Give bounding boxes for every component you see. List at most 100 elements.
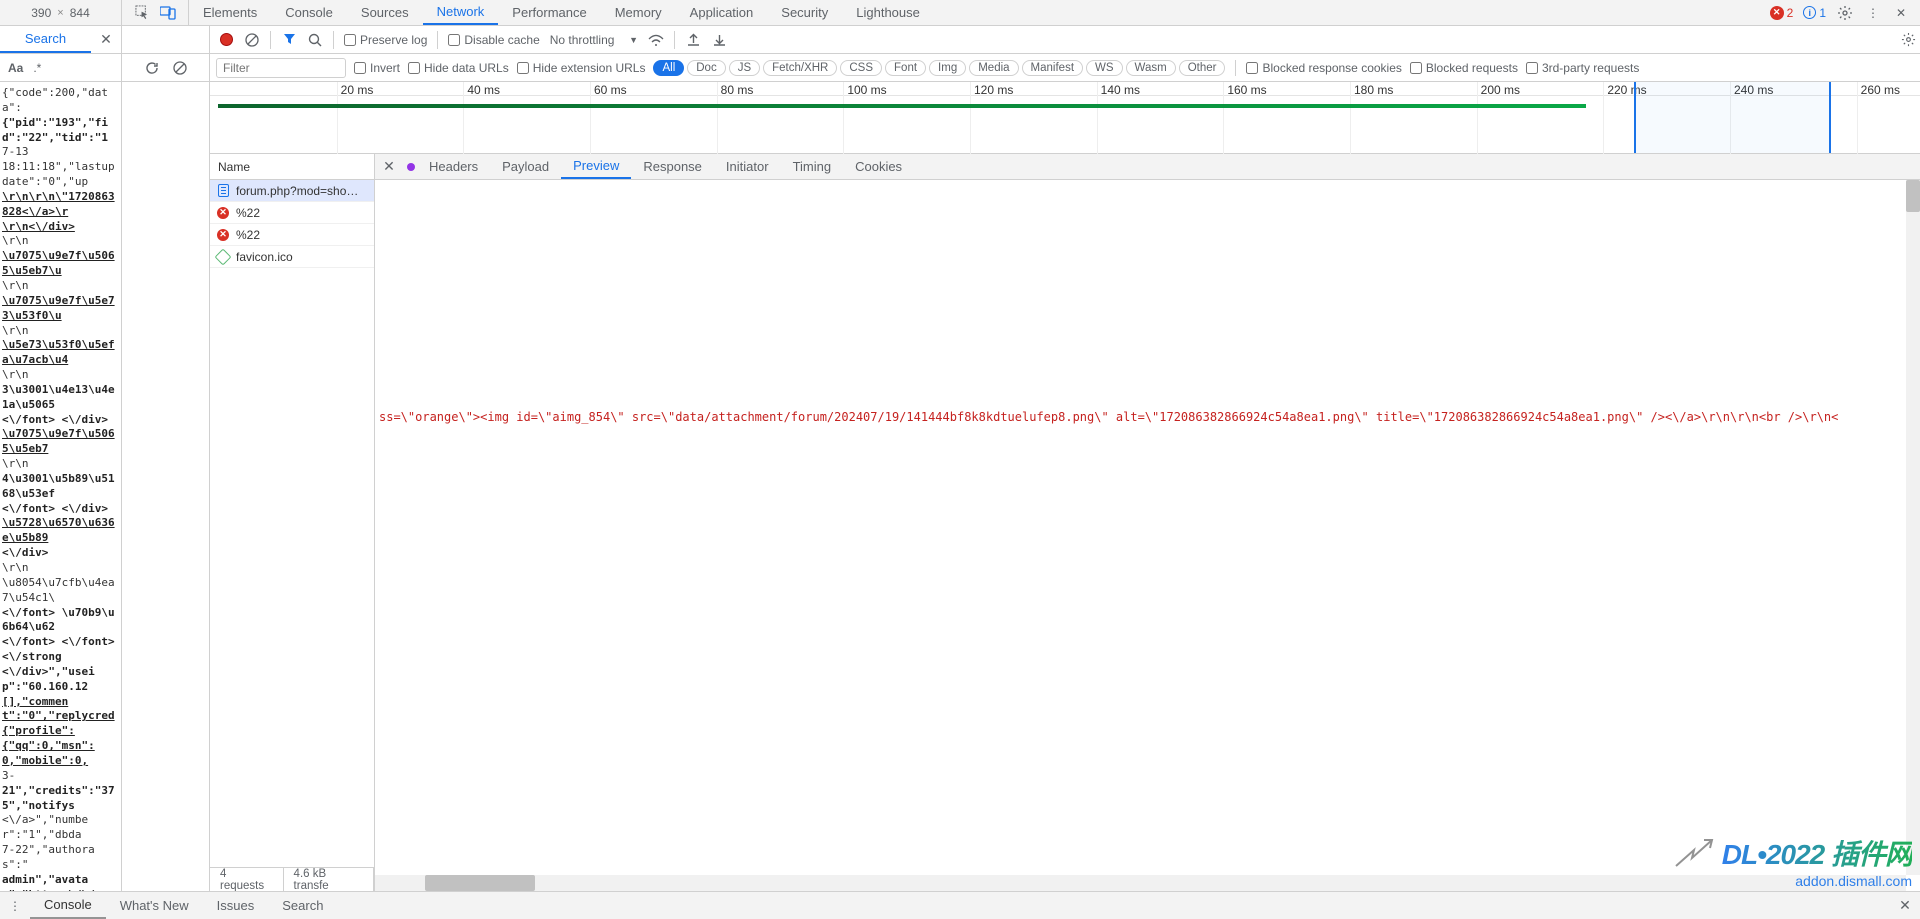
device-toggle-icon[interactable] — [160, 5, 176, 21]
search-result-line[interactable]: 3\u3001\u4e13\u4e1a\u5065 — [2, 383, 119, 413]
search-result-line[interactable]: \u5728\u6570\u636e\u5b89 — [2, 516, 119, 546]
upload-har-icon[interactable] — [685, 32, 701, 48]
request-row[interactable]: favicon.ico — [210, 246, 374, 268]
preserve-log-checkbox[interactable]: Preserve log — [344, 33, 427, 47]
main-tab-lighthouse[interactable]: Lighthouse — [842, 0, 934, 25]
search-result-line[interactable]: \u7075\u9e7f\u5e73\u53f0\u — [2, 294, 119, 324]
search-result-line[interactable]: \r\n — [2, 368, 119, 383]
overview-selection[interactable] — [1634, 82, 1831, 153]
type-filter-font[interactable]: Font — [885, 60, 926, 76]
search-result-line[interactable]: 7-13 — [2, 145, 119, 160]
type-filter-ws[interactable]: WS — [1086, 60, 1123, 76]
detail-tab-headers[interactable]: Headers — [417, 154, 490, 179]
type-filter-js[interactable]: JS — [729, 60, 760, 76]
clear-search-icon[interactable] — [172, 60, 188, 76]
detail-tab-initiator[interactable]: Initiator — [714, 154, 781, 179]
match-case-toggle[interactable]: Aa — [8, 61, 23, 75]
search-result-line[interactable]: <\/a>","number":"1","dbda — [2, 813, 119, 843]
info-count-badge[interactable]: i1 — [1803, 6, 1826, 20]
vertical-scrollbar[interactable] — [1906, 180, 1920, 875]
drawer-close-icon[interactable]: ✕ — [1890, 897, 1920, 914]
search-result-line[interactable]: admin","avatar":"https:\/\/v — [2, 873, 119, 891]
main-tab-elements[interactable]: Elements — [189, 0, 271, 25]
main-tab-console[interactable]: Console — [271, 0, 347, 25]
search-result-line[interactable]: 21","credits":"375","notifys — [2, 784, 119, 814]
clear-icon[interactable] — [244, 32, 260, 48]
search-result-line[interactable]: <\/font> \u70b9\u6b64\u62 — [2, 606, 119, 636]
inspect-icon[interactable] — [134, 5, 150, 21]
request-row[interactable]: ✕%22 — [210, 224, 374, 246]
detail-tab-preview[interactable]: Preview — [561, 154, 631, 179]
search-result-line[interactable]: <\/div>","useip":"60.160.12 — [2, 665, 119, 695]
search-tab[interactable]: Search — [0, 26, 91, 53]
search-result-line[interactable]: \u5e73\u53f0\u5efa\u7acb\u4 — [2, 338, 119, 368]
search-result-line[interactable]: \u7075\u9e7f\u5065\u5eb7 — [2, 427, 119, 457]
main-tab-sources[interactable]: Sources — [347, 0, 423, 25]
throttling-select[interactable]: No throttling ▼ — [550, 33, 638, 47]
type-filter-doc[interactable]: Doc — [687, 60, 725, 76]
panel-settings-icon[interactable] — [1901, 32, 1916, 50]
main-tab-application[interactable]: Application — [676, 0, 768, 25]
type-filter-css[interactable]: CSS — [840, 60, 882, 76]
preview-pane[interactable]: ss=\"orange\"><img id=\"aimg_854\" src=\… — [375, 180, 1920, 891]
type-filter-fetch-xhr[interactable]: Fetch/XHR — [763, 60, 837, 76]
request-row[interactable]: forum.php?mod=sho… — [210, 180, 374, 202]
search-icon[interactable] — [307, 32, 323, 48]
main-tab-network[interactable]: Network — [423, 0, 499, 25]
close-detail-icon[interactable]: ✕ — [375, 158, 403, 175]
horizontal-scrollbar[interactable] — [375, 875, 1906, 891]
search-result-line[interactable]: {"pid":"193","fid":"22","tid":"1 — [2, 116, 119, 146]
search-result-line[interactable]: \r\n — [2, 561, 119, 576]
request-list-header[interactable]: Name — [210, 154, 374, 180]
search-result-line[interactable]: \r\n\r\n\"1720863828<\/a>\r — [2, 190, 119, 220]
third-party-checkbox[interactable]: 3rd-party requests — [1526, 61, 1639, 75]
search-result-line[interactable]: <\/font> <\/font> <\/strong — [2, 635, 119, 665]
hide-extension-urls-checkbox[interactable]: Hide extension URLs — [517, 61, 646, 75]
type-filter-all[interactable]: All — [653, 60, 684, 76]
search-result-line[interactable]: 3- — [2, 769, 119, 784]
search-result-line[interactable]: \u8054\u7cfb\u4ea7\u54c1\ — [2, 576, 119, 606]
search-result-line[interactable]: {"code":200,"data": — [2, 86, 119, 116]
search-close-icon[interactable]: ✕ — [91, 31, 121, 48]
hide-data-urls-checkbox[interactable]: Hide data URLs — [408, 61, 509, 75]
download-har-icon[interactable] — [711, 32, 727, 48]
more-icon[interactable]: ⋮ — [1864, 4, 1882, 22]
search-result-line[interactable]: 4\u3001\u5b89\u5168\u53ef — [2, 472, 119, 502]
drawer-more-icon[interactable]: ⋮ — [0, 899, 30, 913]
detail-tab-payload[interactable]: Payload — [490, 154, 561, 179]
drawer-tab-console[interactable]: Console — [30, 892, 106, 919]
network-overview[interactable]: 20 ms40 ms60 ms80 ms100 ms120 ms140 ms16… — [210, 82, 1920, 154]
type-filter-img[interactable]: Img — [929, 60, 966, 76]
close-devtools-icon[interactable]: ✕ — [1892, 4, 1910, 22]
invert-checkbox[interactable]: Invert — [354, 61, 400, 75]
record-button[interactable] — [218, 32, 234, 48]
search-result-line[interactable]: \u7075\u9e7f\u5065\u5eb7\u — [2, 249, 119, 279]
search-results-pane[interactable]: {"code":200,"data":{"pid":"193","fid":"2… — [0, 82, 122, 891]
search-result-line[interactable]: {"profile": — [2, 724, 119, 739]
type-filter-manifest[interactable]: Manifest — [1022, 60, 1083, 76]
blocked-requests-checkbox[interactable]: Blocked requests — [1410, 61, 1518, 75]
regex-toggle[interactable]: .* — [33, 61, 41, 75]
search-result-line[interactable]: \r\n — [2, 324, 119, 339]
detail-tab-cookies[interactable]: Cookies — [843, 154, 914, 179]
type-filter-media[interactable]: Media — [969, 60, 1018, 76]
search-result-line[interactable]: \r\n<\/div> — [2, 220, 119, 235]
filter-toggle-icon[interactable] — [281, 32, 297, 48]
detail-tab-response[interactable]: Response — [631, 154, 714, 179]
error-count-badge[interactable]: ✕2 — [1770, 6, 1794, 20]
settings-icon[interactable] — [1836, 4, 1854, 22]
drawer-tab-what-s-new[interactable]: What's New — [106, 892, 203, 919]
search-result-line[interactable]: \r\n — [2, 279, 119, 294]
type-filter-other[interactable]: Other — [1179, 60, 1226, 76]
search-result-line[interactable]: \r\n — [2, 457, 119, 472]
disable-cache-checkbox[interactable]: Disable cache — [448, 33, 539, 47]
drawer-tab-issues[interactable]: Issues — [203, 892, 269, 919]
refresh-search-icon[interactable] — [144, 60, 160, 76]
search-result-line[interactable]: 18:11:18","lastupdate":"0","up — [2, 160, 119, 190]
type-filter-wasm[interactable]: Wasm — [1126, 60, 1176, 76]
search-result-line[interactable]: [],"comment":"0","replycred — [2, 695, 119, 725]
search-result-line[interactable]: <\/div> — [2, 546, 119, 561]
drawer-tab-search[interactable]: Search — [268, 892, 337, 919]
search-result-line[interactable]: <\/font> <\/div> — [2, 502, 119, 517]
filter-input[interactable] — [216, 58, 346, 78]
